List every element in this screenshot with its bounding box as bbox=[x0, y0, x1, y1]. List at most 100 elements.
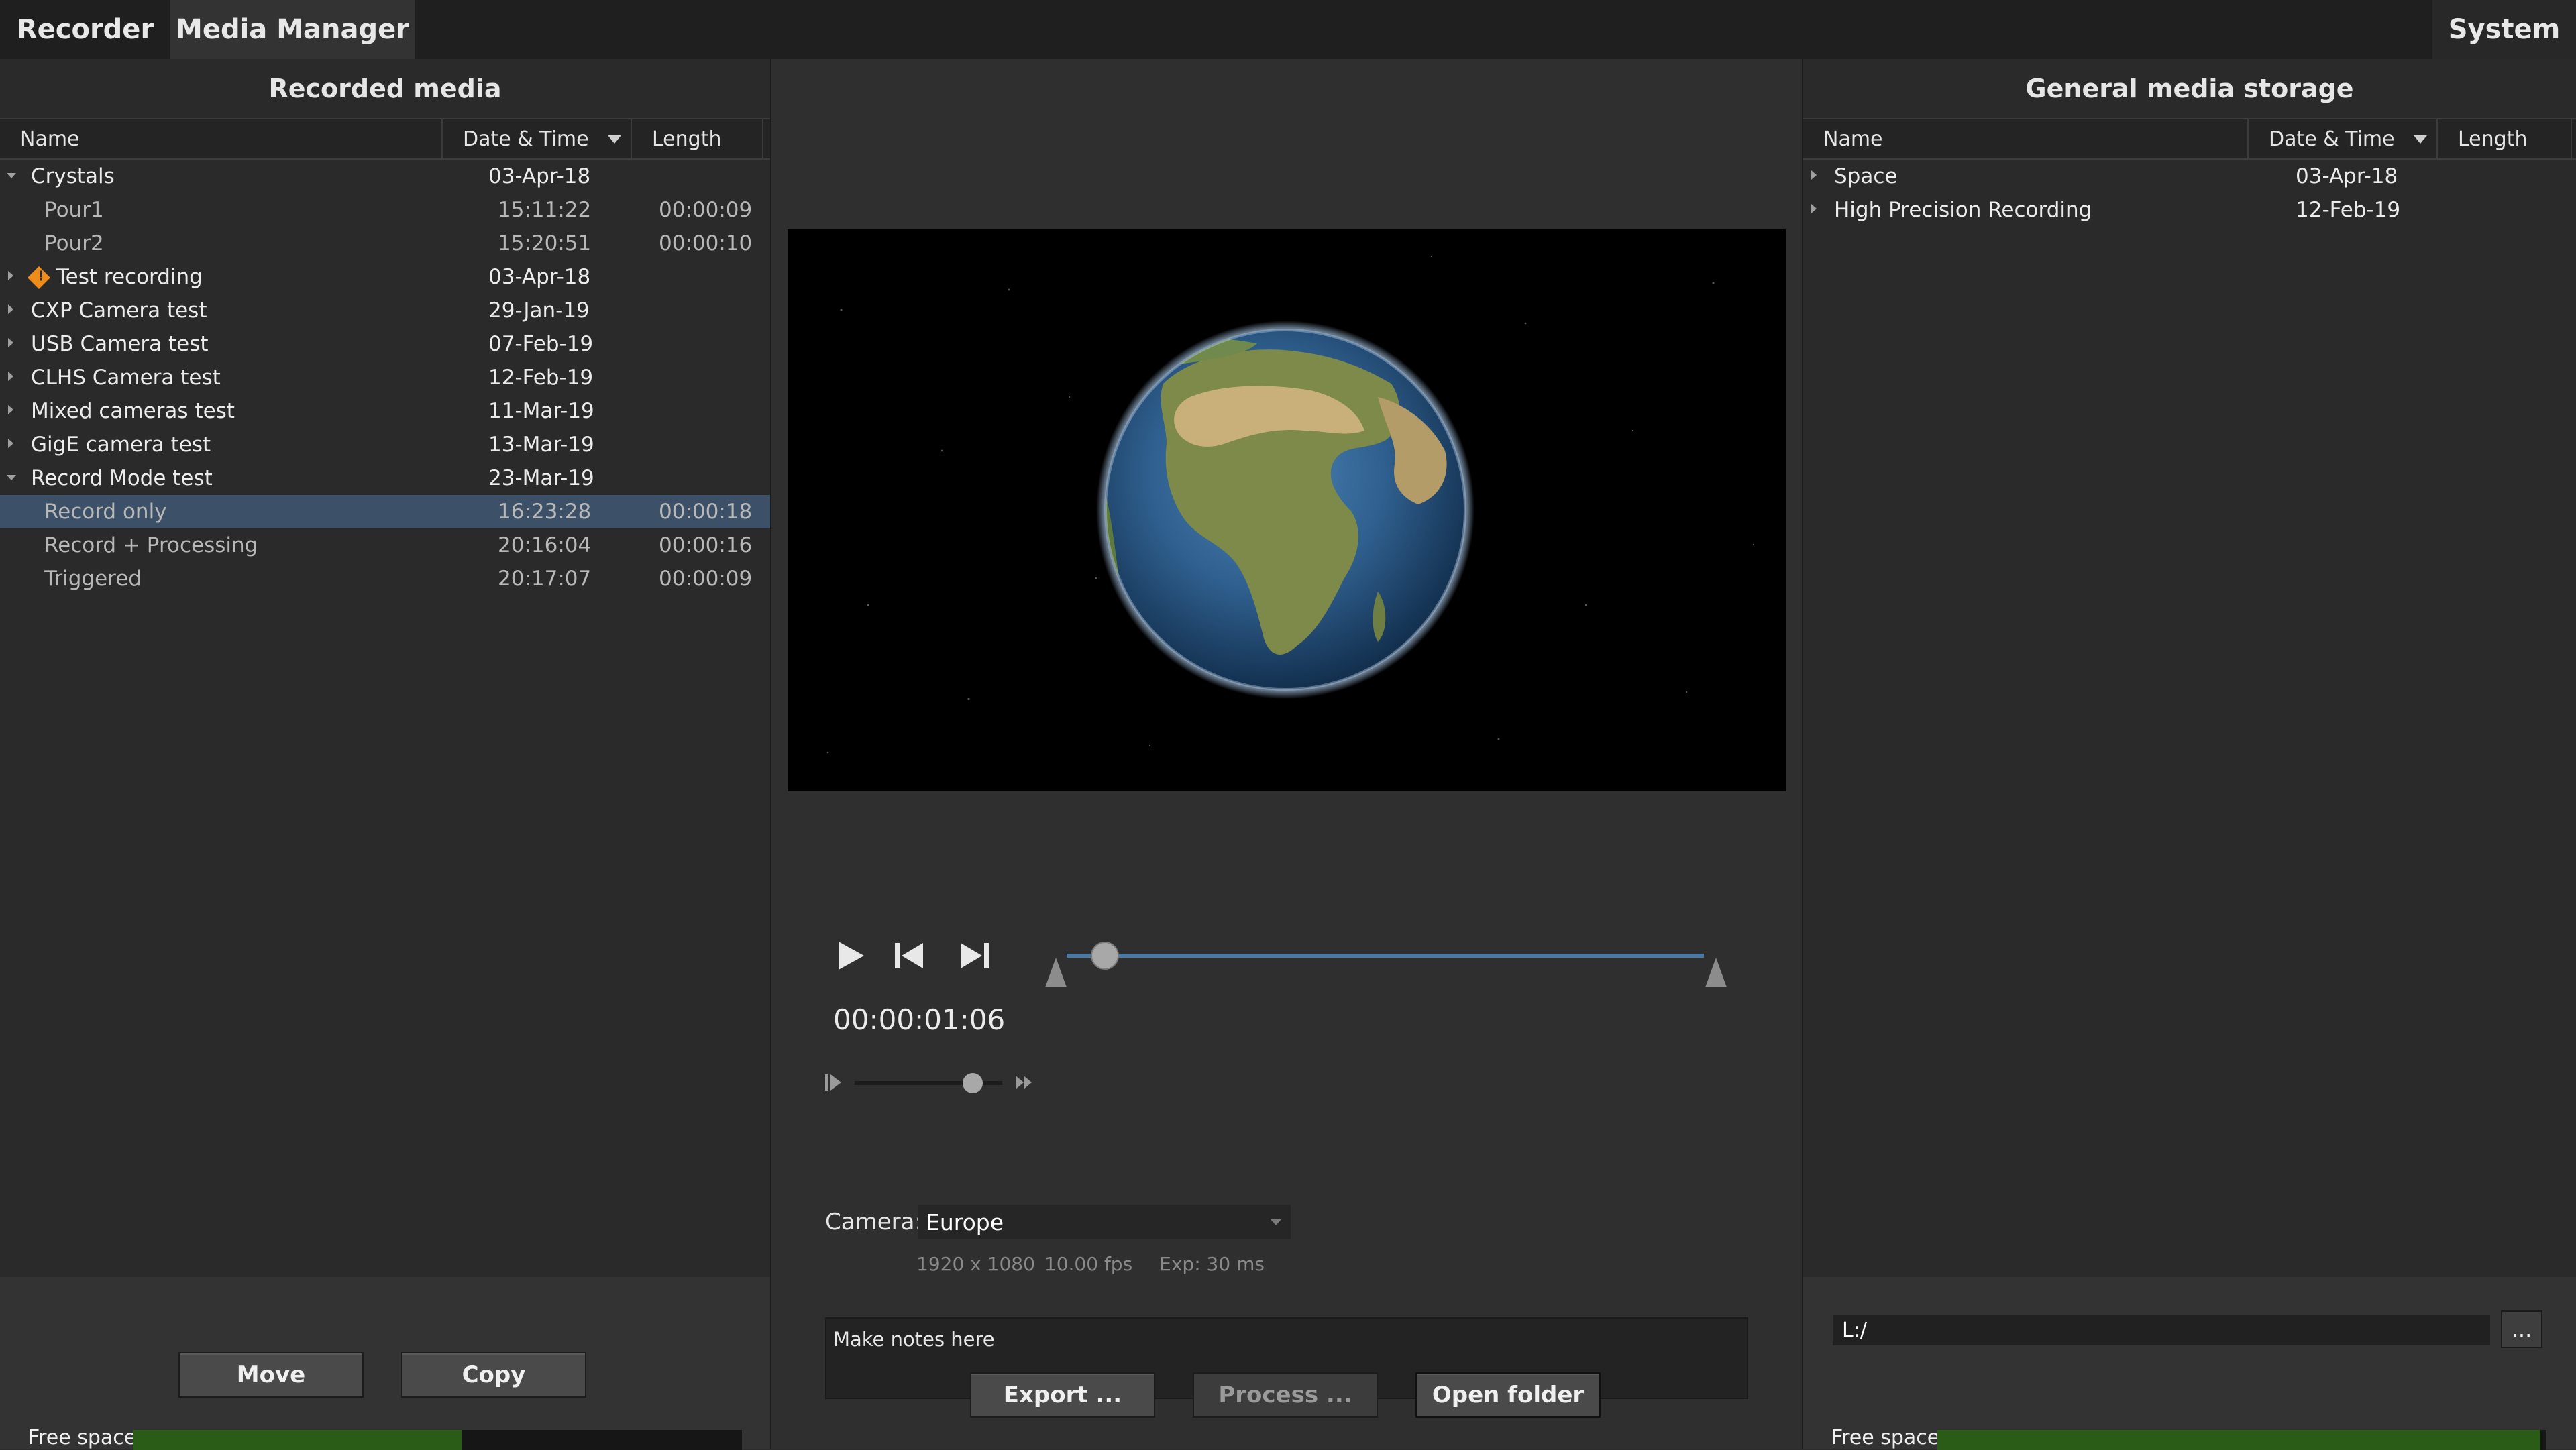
row-name: GigE camera test bbox=[31, 433, 211, 457]
skip-to-start-icon[interactable] bbox=[892, 939, 926, 972]
tree-group-row[interactable]: Space 03-Apr-18 bbox=[1803, 160, 2576, 193]
row-name: CXP Camera test bbox=[31, 298, 207, 323]
row-date: 11-Mar-19 bbox=[488, 399, 594, 423]
tree-child-row[interactable]: Pour2 15:20:51 00:00:10 bbox=[0, 227, 770, 260]
chevron-down-icon bbox=[1271, 1219, 1281, 1225]
expand-arrow-open-icon[interactable] bbox=[7, 475, 16, 480]
move-button[interactable]: Move bbox=[178, 1352, 364, 1398]
tree-child-row[interactable]: Record only 16:23:28 00:00:18 bbox=[0, 495, 770, 528]
row-name: Test recording bbox=[56, 265, 203, 289]
column-length-header[interactable]: Length bbox=[2438, 119, 2572, 158]
expand-arrow-closed-icon[interactable] bbox=[1811, 170, 1817, 180]
column-length-header[interactable]: Length bbox=[632, 119, 763, 158]
tree-group-row[interactable]: CXP Camera test 29-Jan-19 bbox=[0, 294, 770, 327]
row-length: 00:00:09 bbox=[659, 567, 753, 591]
column-name-header[interactable]: Name bbox=[0, 119, 443, 158]
row-date: 03-Apr-18 bbox=[488, 265, 591, 289]
row-date: 12-Feb-19 bbox=[2296, 198, 2401, 222]
earth-image bbox=[826, 255, 1755, 754]
tree-group-row[interactable]: Crystals 03-Apr-18 bbox=[0, 160, 770, 193]
row-date: 12-Feb-19 bbox=[488, 366, 594, 390]
recorded-media-column-header: Name Date & Time Length bbox=[0, 118, 770, 160]
tree-group-row[interactable]: High Precision Recording 12-Feb-19 bbox=[1803, 193, 2576, 227]
expand-arrow-closed-icon[interactable] bbox=[8, 271, 13, 280]
tab-system[interactable]: System bbox=[2432, 0, 2576, 59]
row-date: 15:11:22 bbox=[498, 198, 592, 222]
row-name: Mixed cameras test bbox=[31, 399, 235, 423]
free-space-label: Free space: bbox=[28, 1426, 144, 1449]
skip-to-end-icon[interactable] bbox=[958, 939, 991, 972]
fast-forward-icon[interactable] bbox=[1014, 1072, 1034, 1093]
row-date: 03-Apr-18 bbox=[2296, 164, 2398, 188]
free-space-bar bbox=[1937, 1430, 2546, 1450]
tab-media-manager[interactable]: Media Manager bbox=[170, 0, 415, 59]
row-date: 15:20:51 bbox=[498, 231, 592, 256]
free-space-fill bbox=[1937, 1430, 2540, 1450]
free-space-label: Free space: bbox=[1831, 1426, 1947, 1449]
process-button[interactable]: Process ... bbox=[1193, 1372, 1378, 1418]
tree-group-row[interactable]: Mixed cameras test 11-Mar-19 bbox=[0, 394, 770, 428]
expand-arrow-closed-icon[interactable] bbox=[8, 304, 13, 314]
expand-arrow-open-icon[interactable] bbox=[7, 173, 16, 178]
column-date-header[interactable]: Date & Time bbox=[443, 119, 632, 158]
camera-select[interactable]: Europe bbox=[918, 1205, 1291, 1239]
tree-group-row[interactable]: Record Mode test 23-Mar-19 bbox=[0, 461, 770, 495]
general-media-storage-title: General media storage bbox=[2025, 74, 2354, 103]
expand-arrow-closed-icon[interactable] bbox=[8, 439, 13, 448]
expand-arrow-closed-icon[interactable] bbox=[8, 338, 13, 347]
row-name: Pour1 bbox=[44, 198, 104, 222]
expand-arrow-closed-icon[interactable] bbox=[8, 405, 13, 414]
row-name: USB Camera test bbox=[31, 332, 209, 356]
sort-descending-icon[interactable] bbox=[2414, 135, 2427, 144]
out-point-marker[interactable] bbox=[1705, 958, 1727, 987]
recorded-media-title: Recorded media bbox=[268, 74, 502, 103]
camera-fps: 10.00 fps bbox=[1044, 1253, 1133, 1275]
slow-speed-icon[interactable] bbox=[824, 1072, 844, 1093]
timeline-playhead[interactable] bbox=[1091, 942, 1119, 970]
camera-select-value: Europe bbox=[926, 1209, 1004, 1235]
play-icon[interactable] bbox=[833, 939, 867, 972]
tree-group-row[interactable]: Test recording 03-Apr-18 bbox=[0, 260, 770, 294]
recorded-media-panel: Recorded media Name Date & Time Length C… bbox=[0, 59, 771, 1450]
row-name: Space bbox=[1834, 164, 1898, 188]
timecode-display: 00:00:01:06 bbox=[833, 1003, 1006, 1036]
browse-button[interactable]: ... bbox=[2501, 1310, 2542, 1348]
expand-arrow-closed-icon[interactable] bbox=[8, 372, 13, 381]
tree-group-row[interactable]: CLHS Camera test 12-Feb-19 bbox=[0, 361, 770, 394]
row-name: Record only bbox=[44, 500, 167, 524]
free-space-bar bbox=[133, 1430, 742, 1450]
camera-label: Camera: bbox=[825, 1209, 922, 1235]
tab-recorder[interactable]: Recorder bbox=[0, 0, 170, 59]
tree-child-row[interactable]: Pour1 15:11:22 00:00:09 bbox=[0, 193, 770, 227]
copy-button[interactable]: Copy bbox=[401, 1352, 586, 1398]
open-folder-button[interactable]: Open folder bbox=[1415, 1372, 1601, 1418]
warning-icon bbox=[28, 266, 50, 289]
in-point-marker[interactable] bbox=[1045, 958, 1067, 987]
tree-group-row[interactable]: GigE camera test 13-Mar-19 bbox=[0, 428, 770, 461]
row-name: Pour2 bbox=[44, 231, 104, 256]
tree-child-row[interactable]: Triggered 20:17:07 00:00:09 bbox=[0, 562, 770, 596]
column-name-header[interactable]: Name bbox=[1803, 119, 2249, 158]
row-name: High Precision Recording bbox=[1834, 198, 2092, 222]
column-date-header[interactable]: Date & Time bbox=[2249, 119, 2438, 158]
storage-path-input[interactable]: L:/ bbox=[1833, 1315, 2490, 1345]
playback-speed-knob[interactable] bbox=[963, 1073, 983, 1093]
row-length: 00:00:16 bbox=[659, 533, 753, 557]
expand-arrow-closed-icon[interactable] bbox=[1811, 204, 1817, 213]
row-length: 00:00:18 bbox=[659, 500, 753, 524]
row-name: CLHS Camera test bbox=[31, 366, 221, 390]
top-tab-bar: Recorder Media Manager System bbox=[0, 0, 2576, 59]
export-button[interactable]: Export ... bbox=[970, 1372, 1155, 1418]
tree-group-row[interactable]: USB Camera test 07-Feb-19 bbox=[0, 327, 770, 361]
recorded-media-footer: Move Copy Free space: bbox=[0, 1277, 770, 1450]
row-name: Crystals bbox=[31, 164, 115, 188]
camera-resolution: 1920 x 1080 bbox=[916, 1253, 1035, 1275]
camera-info: 1920 x 1080 10.00 fps Exp: 30 ms bbox=[916, 1253, 1274, 1275]
camera-exposure: Exp: 30 ms bbox=[1159, 1253, 1265, 1275]
recorded-media-tree: Crystals 03-Apr-18 Pour1 15:11:22 00:00:09 Po… bbox=[0, 160, 770, 596]
row-name: Record + Processing bbox=[44, 533, 258, 557]
column-date-label: Date & Time bbox=[463, 127, 589, 151]
video-preview[interactable] bbox=[788, 229, 1786, 791]
tree-child-row[interactable]: Record + Processing 20:16:04 00:00:16 bbox=[0, 528, 770, 562]
sort-descending-icon[interactable] bbox=[608, 135, 621, 144]
